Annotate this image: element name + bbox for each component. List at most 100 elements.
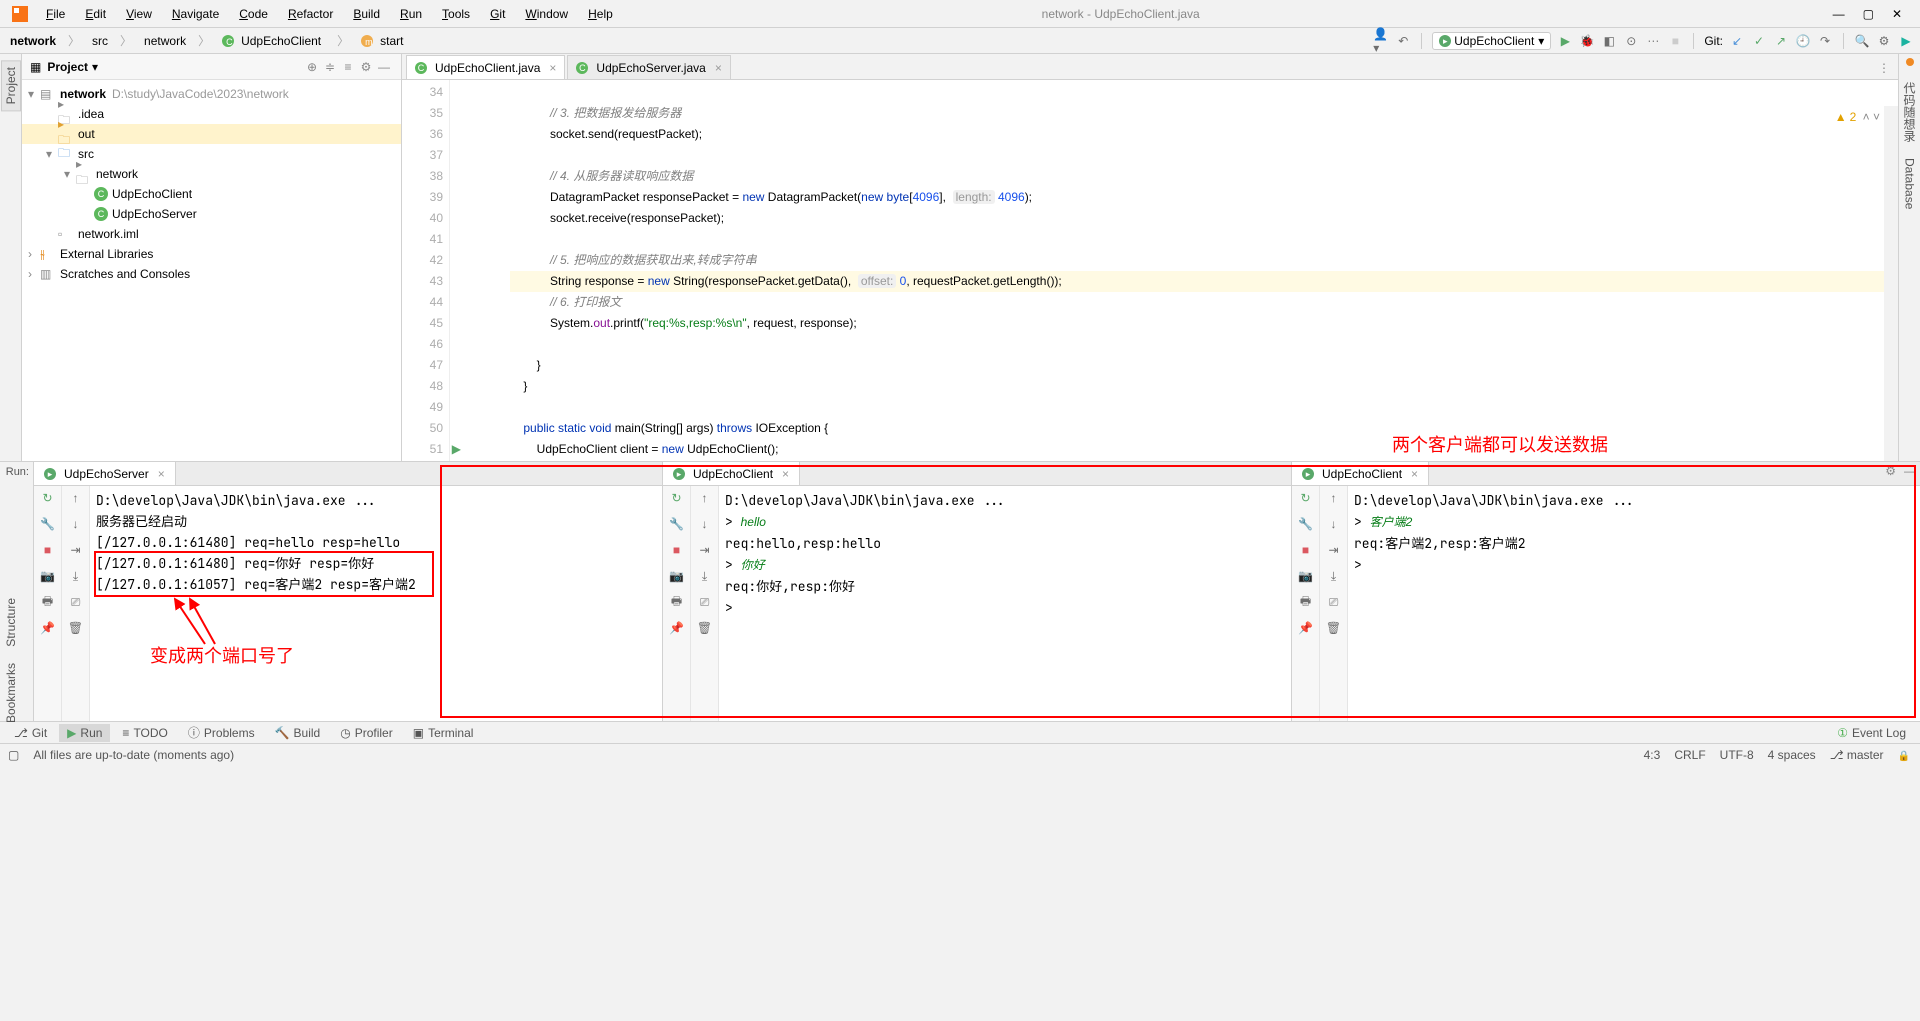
crumb-module[interactable]: network: [6, 33, 60, 49]
collapse-all-icon[interactable]: ≡: [339, 60, 357, 74]
code-area[interactable]: // 3. 把数据报发给服务器 socket.send(requestPacke…: [450, 80, 1898, 461]
console-output[interactable]: D:\develop\Java\JDK\bin\java.exe ... > 客…: [1348, 486, 1920, 721]
down-icon[interactable]: ↓: [68, 516, 84, 532]
run-tab[interactable]: ▸UdpEchoClient×: [663, 462, 1291, 486]
trash-icon[interactable]: 🗑: [697, 620, 713, 636]
stop-icon[interactable]: ■: [1667, 33, 1683, 49]
stop-icon[interactable]: ■: [40, 542, 56, 558]
encoding[interactable]: UTF-8: [1720, 748, 1754, 762]
print-icon[interactable]: 🖶: [669, 594, 685, 610]
crumb-pkg[interactable]: network: [140, 33, 190, 49]
search-icon[interactable]: 🔍: [1854, 33, 1870, 49]
run-settings-icon[interactable]: ⚙: [1885, 464, 1896, 478]
camera-icon[interactable]: 📷: [40, 568, 56, 584]
inspection-summary[interactable]: ▲ 2 ˄ ˅: [1835, 110, 1880, 124]
menu-navigate[interactable]: Navigate: [162, 5, 229, 23]
git-push-icon[interactable]: ↗: [1773, 33, 1789, 49]
editor-body[interactable]: 343536373839404142434445464748495051▶52 …: [402, 80, 1898, 461]
wrap-icon[interactable]: ⇥: [1326, 542, 1342, 558]
tree-item[interactable]: ▸ 🗀.idea: [22, 104, 401, 124]
close-icon[interactable]: ×: [1411, 467, 1418, 481]
down-icon[interactable]: ↓: [697, 516, 713, 532]
run-tab[interactable]: ▸UdpEchoServer×: [34, 462, 662, 486]
menu-code[interactable]: Code: [229, 5, 278, 23]
scroll-icon[interactable]: ⤓: [1326, 568, 1342, 584]
right-tab-database[interactable]: Database: [1901, 152, 1919, 215]
tree-scratches[interactable]: ›▥ Scratches and Consoles: [22, 264, 401, 284]
pin-icon[interactable]: 📌: [40, 620, 56, 636]
tree-external[interactable]: ›⫳ External Libraries: [22, 244, 401, 264]
bookmarks-rail-tab[interactable]: Bookmarks: [2, 655, 20, 731]
user-icon[interactable]: 👤▾: [1373, 33, 1389, 49]
tree-item[interactable]: ▸ 🗀out: [22, 124, 401, 144]
trash-icon[interactable]: 🗑: [68, 620, 84, 636]
editor-tab-client[interactable]: CUdpEchoClient.java×: [406, 55, 565, 79]
filter-icon[interactable]: ⎚: [697, 594, 713, 610]
event-log[interactable]: ①Event Log: [1829, 724, 1914, 742]
line-separator[interactable]: CRLF: [1674, 748, 1705, 762]
crumb-method[interactable]: mstart: [357, 33, 411, 49]
run-icon[interactable]: ▶: [1557, 33, 1573, 49]
down-icon[interactable]: ↓: [1326, 516, 1342, 532]
stop-icon[interactable]: ■: [669, 542, 685, 558]
crumb-class[interactable]: CUdpEchoClient: [218, 33, 329, 49]
maximize-icon[interactable]: ▢: [1863, 7, 1874, 21]
profile-icon[interactable]: ⊙: [1623, 33, 1639, 49]
menu-run[interactable]: Run: [390, 5, 432, 23]
btab-run[interactable]: ▶Run: [59, 724, 110, 742]
close-tab-icon[interactable]: ×: [715, 61, 722, 75]
close-icon[interactable]: ×: [782, 467, 789, 481]
menu-window[interactable]: Window: [515, 5, 578, 23]
tree-root[interactable]: ▾ ▤ network D:\study\JavaCode\2023\netwo…: [22, 84, 401, 104]
minimize-icon[interactable]: —: [1833, 7, 1845, 21]
editor-tab-server[interactable]: CUdpEchoServer.java×: [567, 55, 730, 79]
plugins-icon[interactable]: ▶: [1898, 33, 1914, 49]
btab-build[interactable]: 🔨Build: [267, 724, 329, 742]
panel-settings-icon[interactable]: ⚙: [357, 60, 375, 74]
indent[interactable]: 4 spaces: [1768, 748, 1816, 762]
tree-item[interactable]: CUdpEchoServer: [22, 204, 401, 224]
notification-dot-icon[interactable]: [1906, 58, 1914, 66]
menu-refactor[interactable]: Refactor: [278, 5, 343, 23]
menu-view[interactable]: View: [116, 5, 162, 23]
up-icon[interactable]: ↑: [697, 490, 713, 506]
run-tab[interactable]: ▸UdpEchoClient×: [1292, 462, 1920, 486]
close-tab-icon[interactable]: ×: [549, 61, 556, 75]
git-branch[interactable]: ⎇ master: [1830, 748, 1884, 762]
stop-icon[interactable]: ■: [1298, 542, 1314, 558]
project-rail-tab[interactable]: Project: [1, 60, 21, 111]
project-tree[interactable]: ▾ ▤ network D:\study\JavaCode\2023\netwo…: [22, 80, 401, 288]
filter-icon[interactable]: ⎚: [68, 594, 84, 610]
menu-edit[interactable]: Edit: [75, 5, 116, 23]
right-tab-1[interactable]: 代码随想录: [1899, 76, 1920, 148]
git-commit-icon[interactable]: ✓: [1751, 33, 1767, 49]
tree-item[interactable]: ▾▸ 🗀network: [22, 164, 401, 184]
editor-more-icon[interactable]: ⋮: [1870, 57, 1898, 79]
menu-help[interactable]: Help: [578, 5, 623, 23]
menu-build[interactable]: Build: [343, 5, 390, 23]
scroll-icon[interactable]: ⤓: [697, 568, 713, 584]
trash-icon[interactable]: 🗑: [1326, 620, 1342, 636]
pin-icon[interactable]: 📌: [669, 620, 685, 636]
hide-panel-icon[interactable]: —: [375, 60, 393, 74]
editor-scrollbar[interactable]: [1884, 106, 1898, 461]
rerun-icon[interactable]: ↻: [1298, 490, 1314, 506]
project-view-dropdown-icon[interactable]: ▾: [92, 60, 98, 74]
git-history-icon[interactable]: 🕘: [1795, 33, 1811, 49]
btab-todo[interactable]: ≡TODO: [114, 724, 175, 742]
locate-icon[interactable]: ⊕: [303, 60, 321, 74]
up-icon[interactable]: ↑: [1326, 490, 1342, 506]
tree-item[interactable]: ▫network.iml: [22, 224, 401, 244]
close-icon[interactable]: ×: [158, 467, 165, 481]
git-update-icon[interactable]: ↙: [1729, 33, 1745, 49]
camera-icon[interactable]: 📷: [1298, 568, 1314, 584]
git-rollback-icon[interactable]: ↷: [1817, 33, 1833, 49]
debug-icon[interactable]: 🐞: [1579, 33, 1595, 49]
btab-problems[interactable]: ⓘProblems: [180, 722, 263, 743]
wrap-icon[interactable]: ⇥: [68, 542, 84, 558]
back-icon[interactable]: ↶: [1395, 33, 1411, 49]
btab-profiler[interactable]: ◷Profiler: [332, 724, 401, 742]
run-tool-icon[interactable]: 🔧: [1298, 516, 1314, 532]
menu-tools[interactable]: Tools: [432, 5, 480, 23]
coverage-icon[interactable]: ◧: [1601, 33, 1617, 49]
